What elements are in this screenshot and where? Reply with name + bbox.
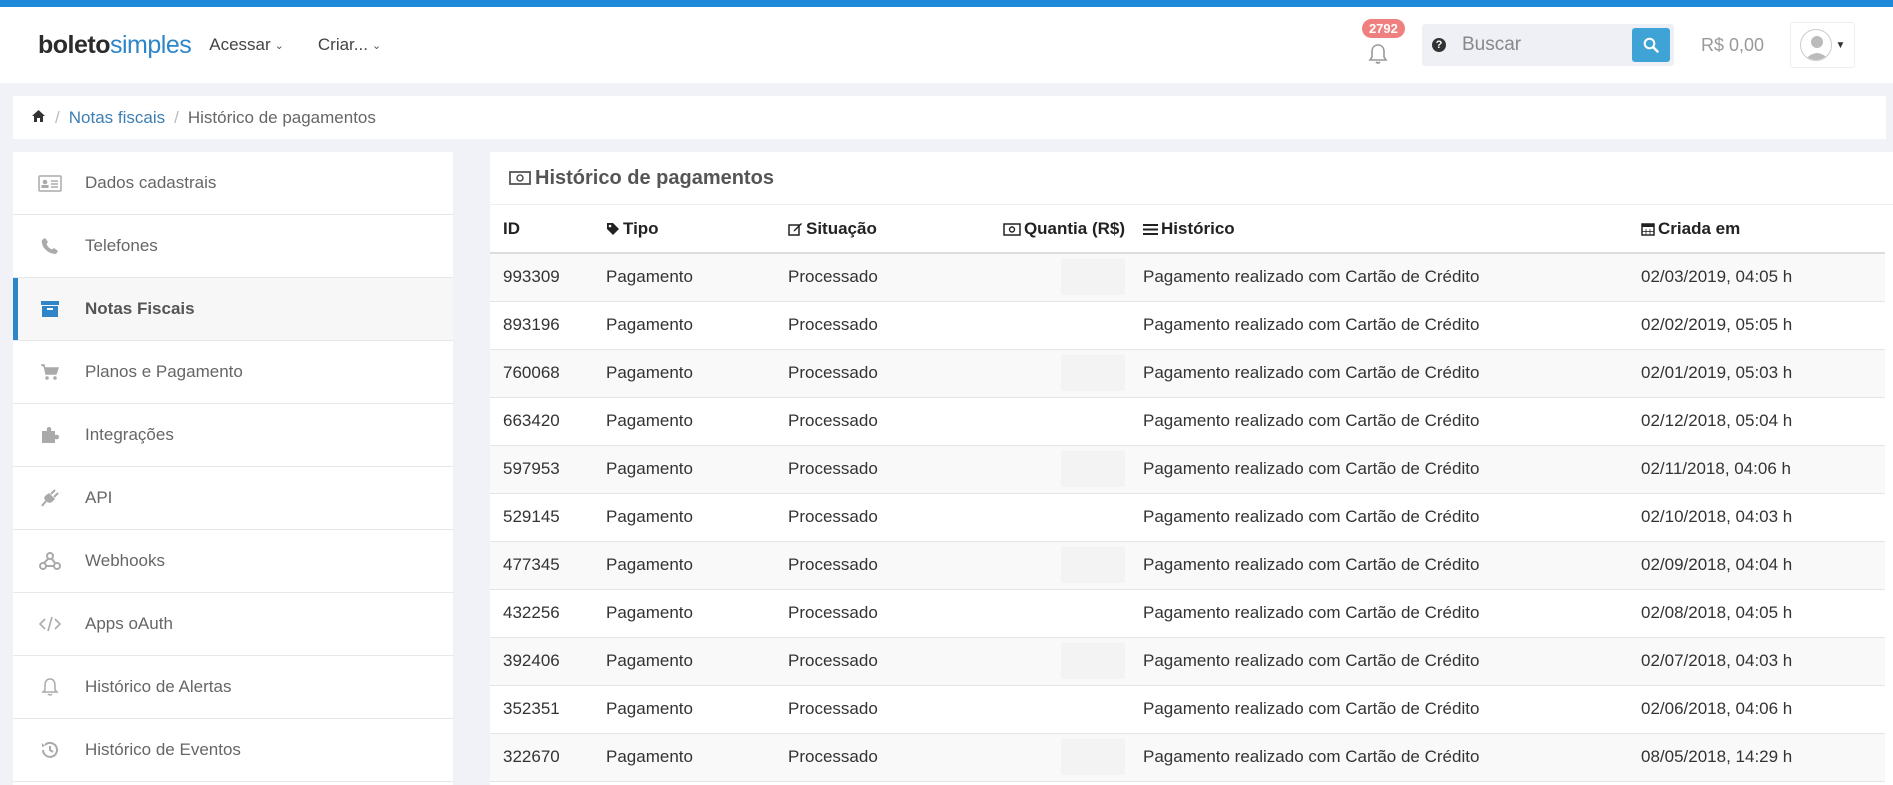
search-icon xyxy=(1643,37,1659,53)
nav-acessar-dropdown[interactable]: Acessar ⌄ xyxy=(209,35,284,55)
tag-icon xyxy=(606,222,620,236)
table-row[interactable]: 529145 Pagamento Processado Pagamento re… xyxy=(490,493,1885,542)
column-header-id[interactable]: ID xyxy=(490,205,602,254)
avatar xyxy=(1799,29,1832,61)
table-row[interactable]: 477345 Pagamento Processado Pagamento re… xyxy=(490,541,1885,590)
archive-icon xyxy=(37,300,63,318)
amount-cell xyxy=(981,397,1129,446)
home-icon[interactable] xyxy=(31,108,46,128)
search-input[interactable] xyxy=(1461,34,1627,56)
sidebar-item-historico-eventos[interactable]: Histórico de Eventos xyxy=(13,719,453,782)
breadcrumb-notas-fiscais-link[interactable]: Notas fiscais xyxy=(69,108,165,128)
nav-menu: Acessar ⌄ Criar... ⌄ xyxy=(209,35,381,55)
column-header-situacao[interactable]: Situação xyxy=(784,205,981,254)
edit-icon xyxy=(788,222,803,236)
caret-down-icon: ▼ xyxy=(1835,39,1846,51)
money-icon xyxy=(509,170,531,186)
column-header-tipo[interactable]: Tipo xyxy=(602,205,784,254)
column-header-quantia[interactable]: Quantia (R$) xyxy=(981,205,1129,254)
webhook-icon xyxy=(37,551,63,571)
chevron-down-icon: ⌄ xyxy=(371,39,382,52)
amount-cell xyxy=(981,637,1129,686)
sidebar-item-apps-oauth[interactable]: Apps oAuth xyxy=(13,593,453,656)
navbar: boleto simples Acessar ⌄ Criar... ⌄ 2792 … xyxy=(0,7,1893,83)
sidebar-item-planos-pagamento[interactable]: Planos e Pagamento xyxy=(13,341,453,404)
table-row[interactable]: 663420 Pagamento Processado Pagamento re… xyxy=(490,397,1885,446)
bell-icon xyxy=(37,677,63,697)
list-icon xyxy=(1143,223,1158,236)
column-header-criada-em[interactable]: Criada em xyxy=(1637,205,1885,254)
account-balance: R$ 0,00 xyxy=(1700,34,1764,55)
notification-count-badge: 2792 xyxy=(1361,19,1405,38)
table-row[interactable]: 322670 Pagamento Processado Pagamento re… xyxy=(490,733,1885,782)
nav-criar-dropdown[interactable]: Criar... ⌄ xyxy=(318,35,381,55)
table-header-row: ID Tipo Situação Quantia (R$) Histórico … xyxy=(490,205,1885,254)
table-row[interactable]: 893196 Pagamento Processado Pagamento re… xyxy=(490,301,1885,350)
amount-cell xyxy=(981,733,1129,782)
search-box: ? xyxy=(1421,24,1674,66)
table-row[interactable]: 597953 Pagamento Processado Pagamento re… xyxy=(490,445,1885,494)
sidebar-item-api[interactable]: API xyxy=(13,467,453,530)
table-row[interactable]: 432256 Pagamento Processado Pagamento re… xyxy=(490,589,1885,638)
bell-icon xyxy=(1368,44,1388,64)
amount-cell xyxy=(981,685,1129,734)
phone-icon xyxy=(37,237,63,255)
calendar-icon xyxy=(1641,222,1655,236)
nav-right: 2792 ? R$ 0,00 ▼ xyxy=(1358,19,1855,68)
amount-cell xyxy=(981,541,1129,590)
chevron-down-icon: ⌄ xyxy=(274,39,284,52)
payments-table: ID Tipo Situação Quantia (R$) Histórico … xyxy=(490,205,1885,782)
table-row[interactable]: 993309 Pagamento Processado Pagamento re… xyxy=(490,253,1885,302)
sidebar-item-dados-cadastrais[interactable]: Dados cadastrais xyxy=(13,152,453,215)
history-icon xyxy=(37,740,63,760)
sidebar-item-telefones[interactable]: Telefones xyxy=(13,215,453,278)
notifications-button[interactable]: 2792 xyxy=(1358,19,1405,65)
puzzle-icon xyxy=(37,425,63,445)
id-card-icon xyxy=(37,174,63,192)
plug-icon xyxy=(37,488,63,508)
cart-icon xyxy=(37,363,63,381)
breadcrumb: / Notas fiscais / Histórico de pagamento… xyxy=(13,96,1886,139)
user-menu-button[interactable]: ▼ xyxy=(1790,22,1855,68)
payments-panel: Histórico de pagamentos ID Tipo Situação… xyxy=(490,152,1893,785)
panel-title: Histórico de pagamentos xyxy=(490,152,1893,205)
amount-cell xyxy=(981,253,1129,302)
table-row[interactable]: 352351 Pagamento Processado Pagamento re… xyxy=(490,685,1885,734)
logo[interactable]: boleto simples xyxy=(38,31,192,60)
question-circle-icon[interactable]: ? xyxy=(1431,38,1446,52)
amount-cell xyxy=(981,445,1129,494)
top-accent-bar xyxy=(0,0,1893,7)
search-button[interactable] xyxy=(1631,28,1670,62)
code-icon xyxy=(37,616,63,632)
money-icon xyxy=(1003,222,1021,236)
amount-cell xyxy=(981,589,1129,638)
sidebar: Dados cadastrais Telefones Notas Fiscais… xyxy=(13,152,453,785)
amount-cell xyxy=(981,349,1129,398)
amount-cell xyxy=(981,301,1129,350)
sidebar-item-integracoes[interactable]: Integrações xyxy=(13,404,453,467)
amount-cell xyxy=(981,493,1129,542)
column-header-historico[interactable]: Histórico xyxy=(1129,205,1637,254)
breadcrumb-current: Histórico de pagamentos xyxy=(187,107,376,127)
table-row[interactable]: 392406 Pagamento Processado Pagamento re… xyxy=(490,637,1885,686)
sidebar-item-historico-alertas[interactable]: Histórico de Alertas xyxy=(13,656,453,719)
table-row[interactable]: 760068 Pagamento Processado Pagamento re… xyxy=(490,349,1885,398)
sidebar-item-webhooks[interactable]: Webhooks xyxy=(13,530,453,593)
sidebar-item-notas-fiscais[interactable]: Notas Fiscais xyxy=(13,278,453,341)
